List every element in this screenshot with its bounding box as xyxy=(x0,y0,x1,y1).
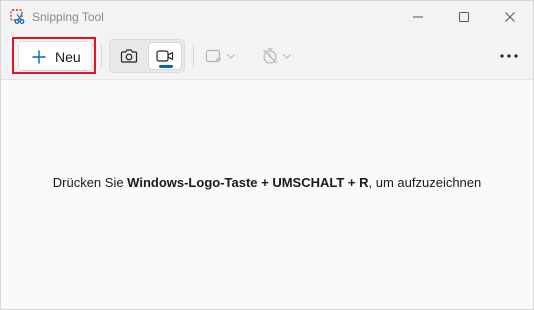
snipping-tool-window: Snipping Tool Neu Drücken Sie Windows-Lo… xyxy=(0,0,534,310)
hint-prefix: Drücken Sie xyxy=(52,175,128,190)
close-button[interactable] xyxy=(487,1,533,33)
title-bar[interactable]: Snipping Tool xyxy=(1,1,533,33)
close-icon xyxy=(505,12,515,22)
window-title: Snipping Tool xyxy=(32,10,104,24)
snipping-tool-app-icon xyxy=(10,9,26,25)
toolbar: Neu xyxy=(1,33,533,79)
minimize-icon xyxy=(413,16,423,18)
maximize-icon xyxy=(459,12,469,22)
toolbar-divider xyxy=(193,45,194,67)
more-options-button[interactable] xyxy=(495,43,523,69)
video-camera-icon xyxy=(156,50,174,62)
hint-shortcut: Windows-Logo-Taste + UMSCHALT + R xyxy=(127,175,369,190)
hint-suffix: , um aufzuzeichnen xyxy=(368,175,482,190)
toolbar-divider xyxy=(101,45,102,67)
camera-icon xyxy=(120,49,138,63)
chevron-down-icon xyxy=(227,54,235,59)
new-button-label: Neu xyxy=(55,49,81,65)
new-button[interactable]: Neu xyxy=(18,41,92,71)
plus-icon xyxy=(32,50,46,69)
minimize-button[interactable] xyxy=(395,1,441,33)
rectangle-snip-icon xyxy=(205,49,221,63)
timer-off-icon xyxy=(263,48,277,64)
snip-shape-dropdown[interactable] xyxy=(205,43,236,69)
snip-mode-button[interactable] xyxy=(112,42,146,70)
selected-mode-indicator xyxy=(159,65,173,68)
maximize-button[interactable] xyxy=(441,1,487,33)
capture-mode-toggle xyxy=(109,39,185,73)
capture-area: Drücken Sie Windows-Logo-Taste + UMSCHAL… xyxy=(1,79,533,309)
record-shortcut-hint: Drücken Sie Windows-Logo-Taste + UMSCHAL… xyxy=(1,175,533,190)
record-mode-button[interactable] xyxy=(148,42,182,70)
delay-timer-dropdown[interactable] xyxy=(261,43,292,69)
more-horizontal-icon xyxy=(500,54,518,58)
chevron-down-icon xyxy=(283,54,291,59)
